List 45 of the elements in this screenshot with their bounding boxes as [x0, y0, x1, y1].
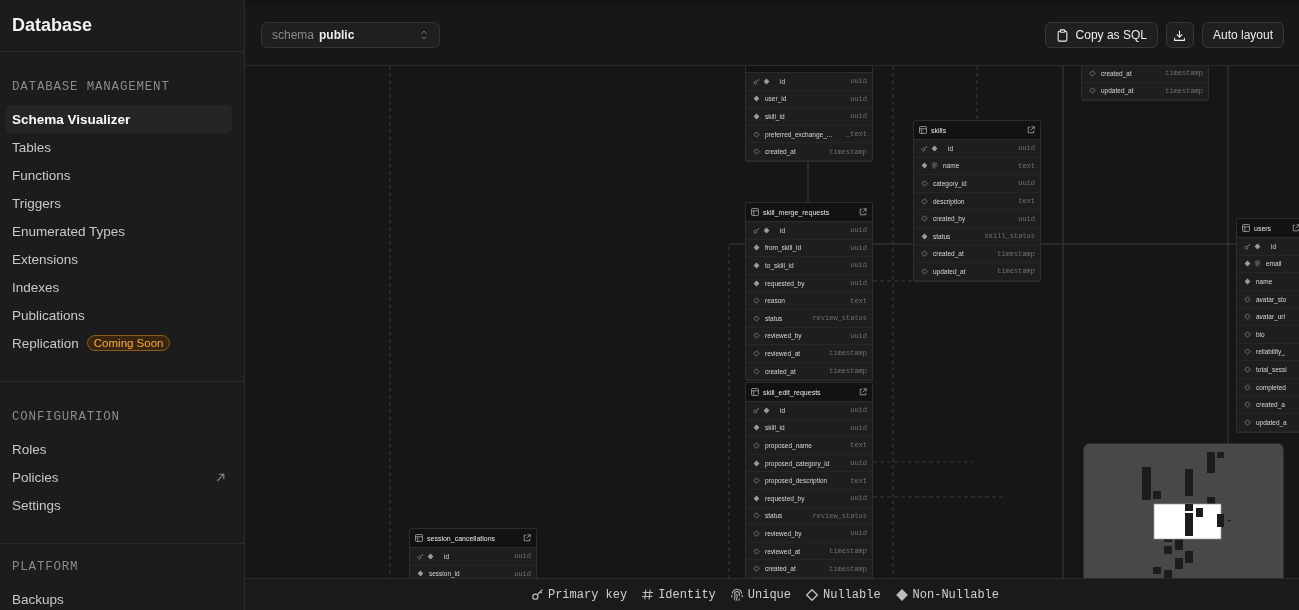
schema-select[interactable]: schema public [261, 22, 440, 48]
external-link-icon[interactable] [523, 534, 531, 542]
legend-label: Non-Nullable [912, 587, 1000, 602]
legend-label: Nullable [823, 587, 881, 602]
sidebar-title: Database [12, 15, 93, 36]
table-icon [1242, 224, 1250, 232]
table-icon [415, 534, 423, 542]
legend-label: Primary key [547, 587, 628, 602]
sidebar-item[interactable]: Policies [6, 463, 232, 491]
copy-sql-button[interactable]: Copy as SQL [1044, 22, 1158, 48]
sidebar-item[interactable]: Functions [6, 161, 232, 189]
download-icon [1173, 28, 1187, 42]
download-button[interactable] [1165, 22, 1194, 48]
sidebar-item[interactable]: Publications [6, 301, 232, 329]
chevron-updown-icon [419, 29, 429, 41]
table-icon [919, 126, 927, 134]
outline-diamond-icon [805, 587, 819, 602]
key-icon [530, 588, 544, 601]
section-heading: DATABASE MANAGEMENT [11, 79, 171, 96]
external-link-icon[interactable] [1292, 224, 1299, 232]
fingerprint-icon [729, 587, 744, 602]
sidebar-item[interactable]: Schema Visualizer [6, 105, 232, 133]
auto-layout-button[interactable]: Auto layout [1201, 22, 1284, 48]
sidebar-item[interactable]: Extensions [6, 245, 232, 273]
sidebar-item[interactable]: Tables [6, 133, 232, 161]
legend-label: Identity [658, 587, 716, 602]
sidebar-item[interactable]: Triggers [6, 189, 232, 217]
hash-icon [641, 588, 655, 601]
sidebar-item[interactable]: Settings [6, 491, 232, 519]
section-heading: PLATFORM [11, 559, 80, 576]
external-link-icon[interactable] [1027, 126, 1035, 134]
section-heading: CONFIGURATION [11, 409, 121, 426]
filled-diamond-icon [894, 587, 909, 602]
sidebar-item[interactable]: Enumerated Types [6, 217, 232, 245]
sidebar-item[interactable]: Roles [6, 435, 232, 463]
sidebar-item[interactable]: Replication Coming Soon [6, 329, 232, 357]
coming-soon-badge: Coming Soon [86, 335, 171, 351]
external-link-icon[interactable] [859, 208, 867, 216]
external-link-icon[interactable] [859, 388, 867, 396]
sidebar-item[interactable]: Backups [6, 585, 232, 610]
sidebar-item[interactable]: Indexes [6, 273, 232, 301]
clipboard-icon [1055, 28, 1069, 42]
table-icon [751, 208, 759, 216]
legend-label: Unique [747, 587, 791, 602]
table-icon [751, 388, 759, 396]
